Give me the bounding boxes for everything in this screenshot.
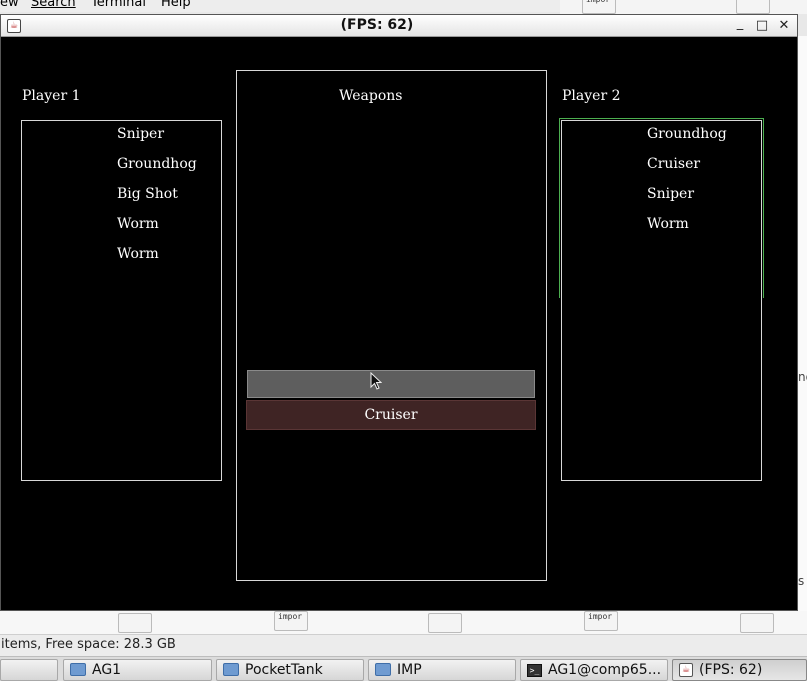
background-side-strip: ng s [798,36,807,611]
game-window: ☕ (FPS: 62) _ □ ✕ Player 1 Sniper Ground… [0,14,798,611]
window-title: (FPS: 62) [340,17,414,33]
taskbar-item-ag1[interactable]: AG1 [63,659,212,681]
taskbar-item-terminal[interactable]: >_ AG1@comp65... [520,659,668,681]
folder-icon [375,662,391,676]
taskbar-item-label: PocketTank [245,662,323,678]
folder-icon [70,662,86,676]
background-side-text: ng [798,370,807,384]
player2-weapon-item[interactable]: Cruiser [647,156,700,172]
taskbar-item-label: AG1@comp65... [548,662,662,678]
background-menubar: ew Search Terminal Help [0,0,560,12]
game-canvas: Player 1 Sniper Groundhog Big Shot Worm … [1,38,797,610]
player1-weapon-item[interactable]: Groundhog [117,156,197,172]
taskbar-item-pockettank[interactable]: PocketTank [216,659,364,681]
file-manager-statusbar: items, Free space: 28.3 GB [0,634,807,656]
file-icon[interactable]: impor [584,611,618,631]
taskbar-item-game[interactable]: ☕ (FPS: 62) [672,659,807,681]
menu-help[interactable]: Help [161,0,191,10]
file-icon[interactable] [736,0,770,14]
taskbar-item-imp[interactable]: IMP [368,659,516,681]
file-icon[interactable] [118,613,152,633]
mouse-cursor-icon [370,372,382,390]
menu-search[interactable]: Search [31,0,76,10]
file-icon[interactable]: impor [582,0,616,14]
status-text: items, Free space: 28.3 GB [1,637,176,652]
player1-weapon-item[interactable]: Worm [117,246,159,262]
file-icon[interactable] [428,613,462,633]
file-icon-label: impor [278,612,303,621]
player2-weapon-item[interactable]: Groundhog [647,126,727,142]
background-side-text: s [798,574,805,588]
weapons-label: Weapons [339,88,403,104]
minimize-button[interactable]: _ [731,15,749,33]
fire-bar[interactable] [247,370,535,398]
player2-turn-highlight [559,118,764,298]
java-app-icon: ☕ [679,663,693,677]
player1-weapon-item[interactable]: Big Shot [117,186,178,202]
file-icon-label: impor [586,0,610,4]
player2-label: Player 2 [562,88,621,104]
file-icon-label: impor [588,612,613,621]
taskbar: AG1 PocketTank IMP >_ AG1@comp65... ☕ (FPS… [0,656,807,681]
close-button[interactable]: ✕ [775,17,793,35]
maximize-button[interactable]: □ [753,17,771,35]
window-titlebar[interactable]: ☕ (FPS: 62) _ □ ✕ [1,15,797,37]
folder-icon [223,662,239,676]
background-file-icons: impor impor [0,611,807,636]
player1-weapon-item[interactable]: Worm [117,216,159,232]
taskbar-item-label: IMP [397,662,422,678]
selected-weapon-label: Cruiser [364,407,418,423]
weapons-panel [236,70,547,581]
player2-weapon-item[interactable]: Sniper [647,186,694,202]
background-file-area: impor [560,0,807,14]
player1-label: Player 1 [22,88,81,104]
terminal-icon: >_ [527,663,542,677]
taskbar-item[interactable] [0,659,58,681]
player1-weapon-item[interactable]: Sniper [117,126,164,142]
file-icon[interactable]: impor [274,611,308,631]
selected-weapon-bar[interactable]: Cruiser [246,400,536,430]
file-icon[interactable] [740,613,774,633]
player2-weapon-list: Groundhog Cruiser Sniper Worm [559,118,764,481]
player1-weapon-list: Sniper Groundhog Big Shot Worm Worm [21,120,222,481]
menu-view[interactable]: ew [0,0,19,10]
taskbar-item-label: (FPS: 62) [699,662,763,678]
taskbar-item-label: AG1 [92,662,122,678]
menu-terminal[interactable]: Terminal [91,0,146,10]
player2-weapon-item[interactable]: Worm [647,216,689,232]
